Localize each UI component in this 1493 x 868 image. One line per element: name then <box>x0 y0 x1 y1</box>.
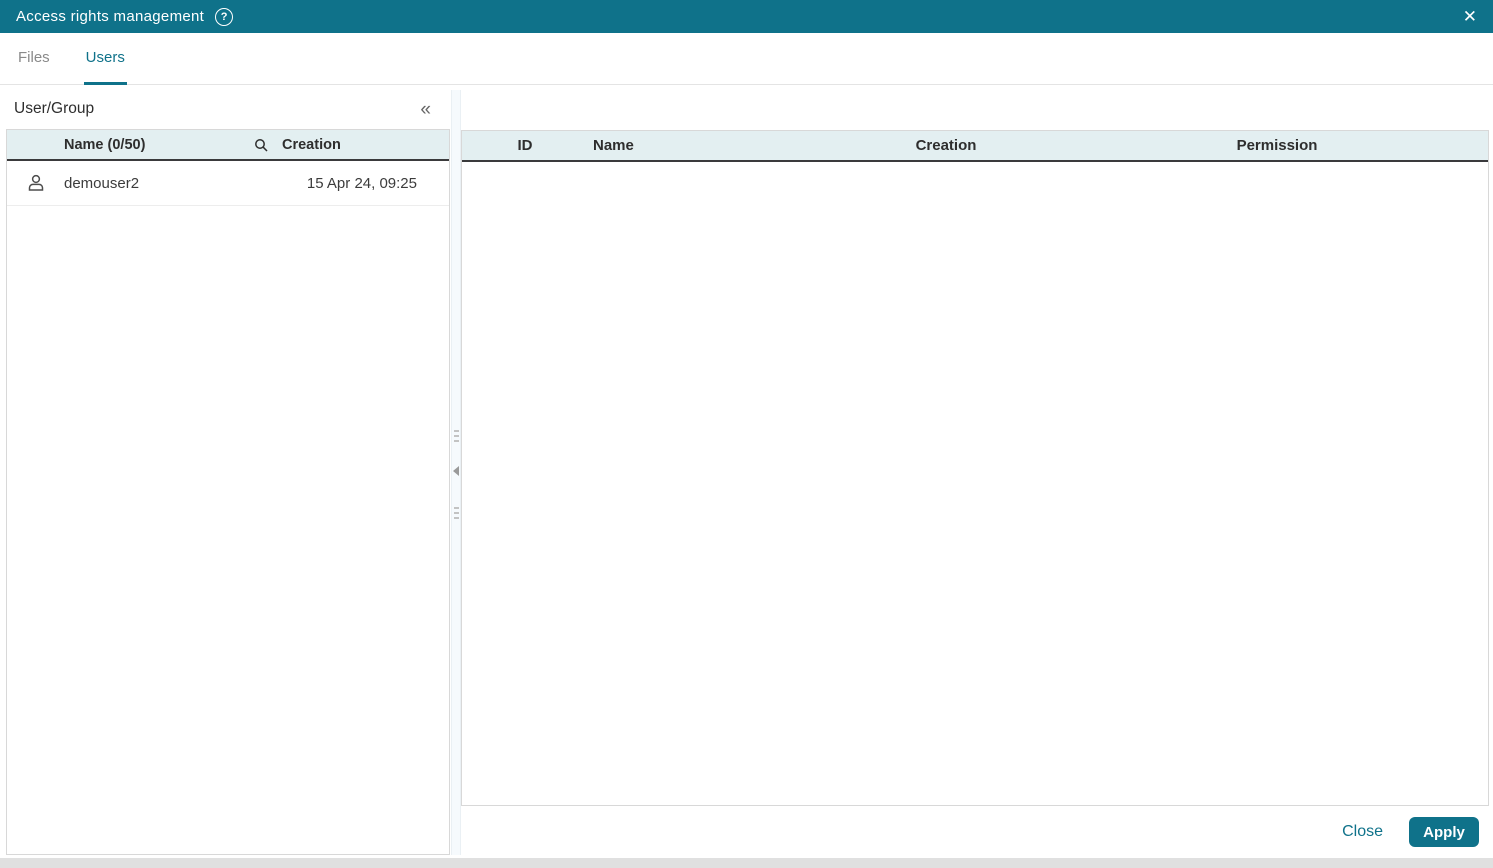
close-button[interactable]: Close <box>1342 823 1383 841</box>
column-header-id[interactable]: ID <box>462 137 588 154</box>
dialog-titlebar: Access rights management ? ✕ <box>0 0 1493 33</box>
apply-button[interactable]: Apply <box>1409 817 1479 847</box>
user-icon <box>7 173 64 193</box>
permissions-table-empty-body <box>462 162 1488 805</box>
access-rights-dialog: Access rights management ? ✕ Files Users… <box>0 0 1493 868</box>
tab-files[interactable]: Files <box>16 33 52 85</box>
column-header-name[interactable]: Name <box>588 137 782 154</box>
column-header-creation[interactable]: Creation <box>282 137 449 153</box>
close-icon[interactable]: ✕ <box>1463 8 1477 25</box>
splitter-grip-bottom-icon[interactable] <box>454 507 459 522</box>
column-header-name[interactable]: Name (0/50) <box>7 137 282 153</box>
tab-users[interactable]: Users <box>83 33 127 85</box>
user-group-table: Name (0/50) Creation demouser2 15 Apr 24… <box>6 129 450 855</box>
background-page-edge <box>0 858 1493 868</box>
splitter-collapse-arrow-icon[interactable] <box>453 466 459 476</box>
table-row-demouser2[interactable]: demouser2 15 Apr 24, 09:25 <box>7 161 449 206</box>
collapse-panel-icon[interactable]: « <box>420 100 431 119</box>
dialog-title: Access rights management <box>16 8 205 25</box>
search-icon[interactable] <box>254 138 268 152</box>
column-header-permission[interactable]: Permission <box>1110 137 1444 154</box>
panel-splitter[interactable] <box>451 90 461 855</box>
left-panel-header: User/Group « <box>0 90 451 128</box>
user-group-table-header: Name (0/50) Creation <box>7 130 449 161</box>
row-creation-date: 15 Apr 24, 09:25 <box>306 174 417 192</box>
splitter-grip-top-icon[interactable] <box>454 430 459 445</box>
dialog-footer: Close Apply <box>461 806 1493 858</box>
column-header-name-label: Name (0/50) <box>64 136 146 153</box>
permissions-table-header: ID Name Creation Permission <box>462 131 1488 162</box>
row-user-name: demouser2 <box>64 174 140 192</box>
help-icon[interactable]: ? <box>215 7 234 26</box>
tab-bar: Files Users <box>0 33 1493 85</box>
permissions-table: ID Name Creation Permission <box>461 130 1489 806</box>
column-header-creation[interactable]: Creation <box>782 137 1110 154</box>
left-panel-title: User/Group <box>14 100 95 117</box>
